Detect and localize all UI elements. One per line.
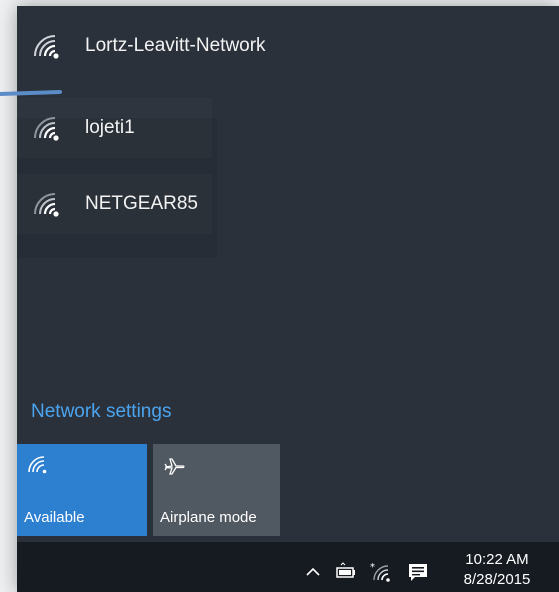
available-tile[interactable]: Available [17, 444, 147, 536]
network-name: lojeti1 [85, 117, 135, 138]
network-name: NETGEAR85 [85, 193, 198, 214]
wifi-icon[interactable]: * [370, 562, 390, 582]
airplane-mode-label: Airplane mode [160, 509, 257, 526]
network-item-lojeti1[interactable]: lojeti1 [17, 98, 212, 158]
screenshot-frame: Lortz-Leavitt-Network lojeti1 NETGEAR85 … [0, 0, 559, 592]
wifi-icon [31, 32, 67, 60]
action-center-icon[interactable] [407, 562, 427, 582]
airplane-icon [163, 454, 187, 478]
network-flyout: Lortz-Leavitt-Network lojeti1 NETGEAR85 … [17, 6, 559, 592]
taskbar-clock[interactable]: 10:22 AM 8/28/2015 [445, 550, 549, 590]
wifi-icon [31, 114, 67, 142]
available-label: Available [24, 509, 85, 526]
taskbar: * 10:22 AM 8/28/2015 [17, 542, 559, 592]
network-name: Lortz-Leavitt-Network [85, 35, 266, 56]
network-settings-link[interactable]: Network settings [31, 401, 171, 423]
svg-text:*: * [370, 562, 375, 573]
clock-time: 10:22 AM [465, 551, 529, 568]
battery-icon[interactable] [335, 562, 355, 582]
network-item-lortz-leavitt[interactable]: Lortz-Leavitt-Network [17, 16, 559, 76]
airplane-mode-tile[interactable]: Airplane mode [153, 444, 280, 536]
network-item-netgear85[interactable]: NETGEAR85 [17, 174, 212, 234]
wifi-icon [31, 190, 67, 218]
clock-date: 8/28/2015 [463, 571, 531, 588]
chevron-up-icon[interactable] [303, 562, 323, 582]
wifi-icon [27, 454, 51, 478]
